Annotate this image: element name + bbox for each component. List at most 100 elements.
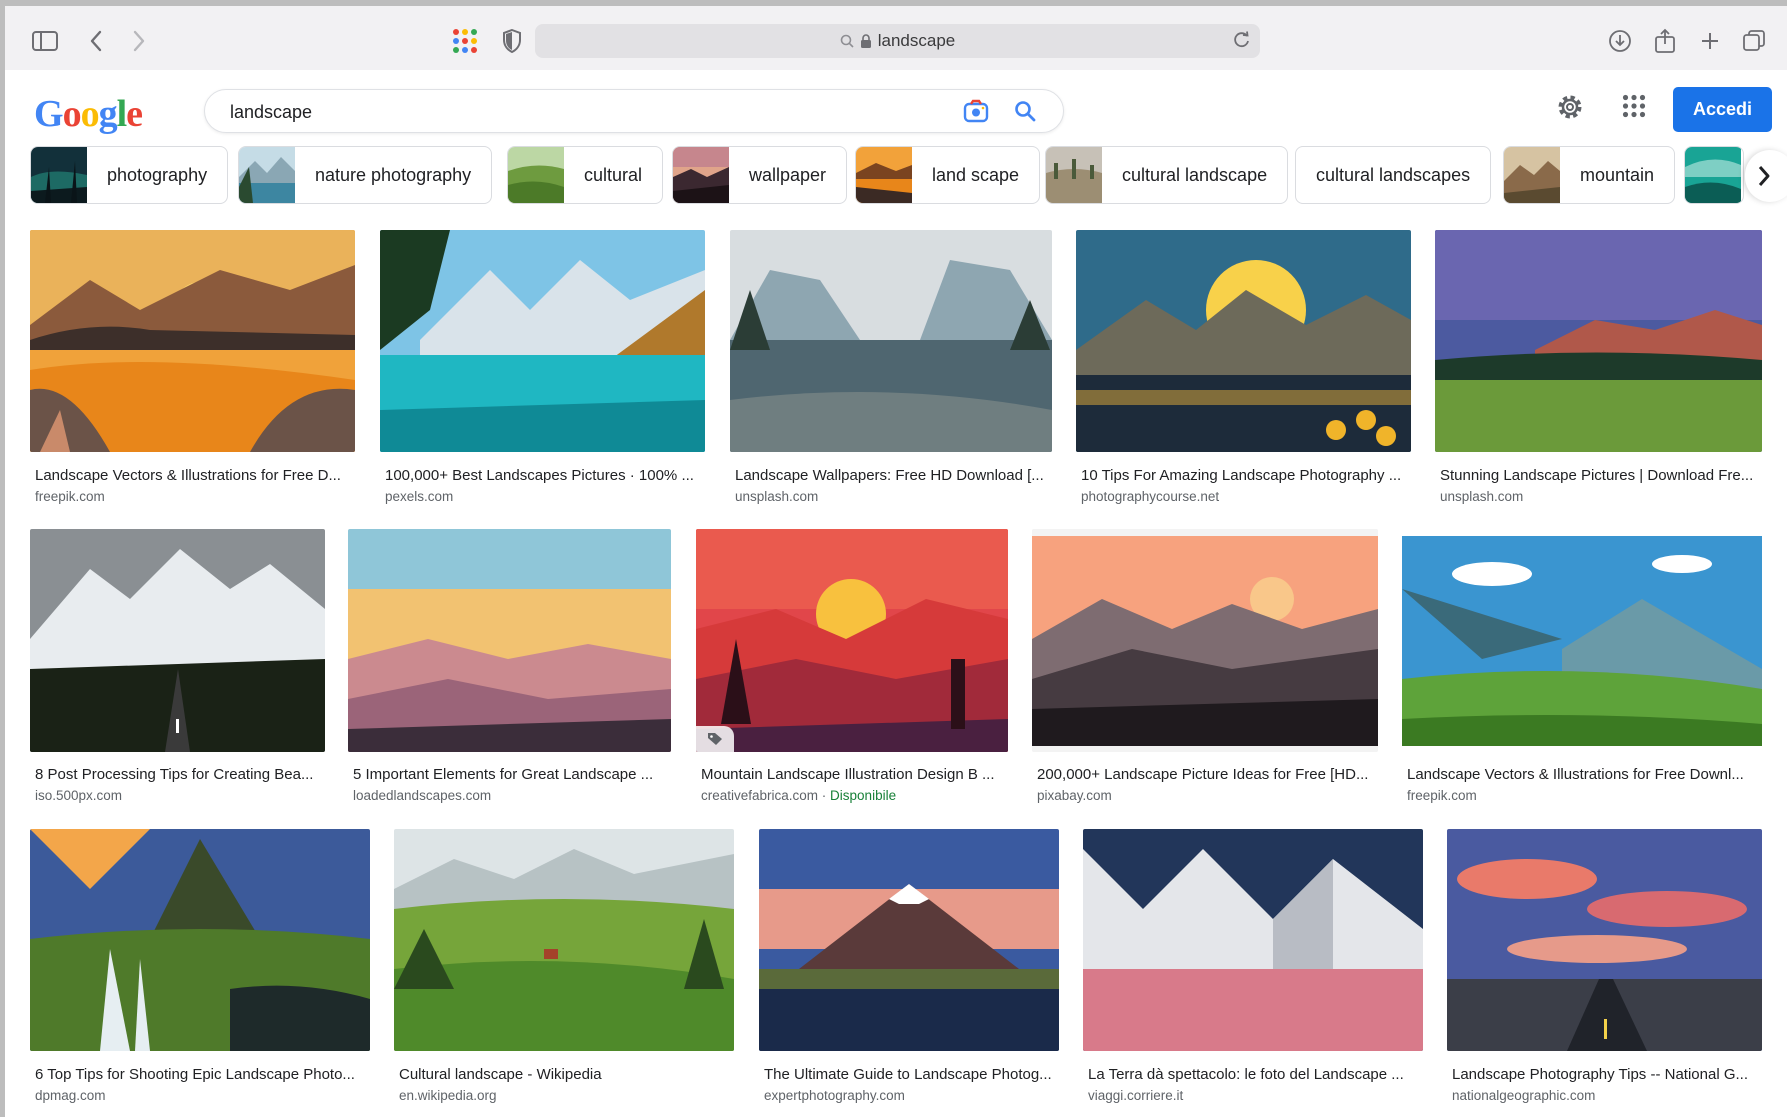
result-source: en.wikipedia.org	[399, 1088, 497, 1103]
result-image[interactable]	[759, 829, 1059, 1051]
sidebar-toggle-icon[interactable]	[30, 26, 60, 56]
result-title[interactable]: Landscape Photography Tips -- National G…	[1452, 1066, 1762, 1083]
chip-thumbnail	[1504, 147, 1560, 203]
chip-thumbnail	[31, 147, 87, 203]
lock-icon	[860, 33, 872, 49]
result-card[interactable]: Landscape Vectors & Illustrations for Fr…	[1402, 529, 1762, 814]
result-card[interactable]: 200,000+ Landscape Picture Ideas for Fre…	[1032, 529, 1378, 814]
result-title[interactable]: Landscape Vectors & Illustrations for Fr…	[1407, 766, 1762, 783]
result-title[interactable]: Mountain Landscape Illustration Design B…	[701, 766, 1009, 783]
result-title[interactable]: Stunning Landscape Pictures | Download F…	[1440, 467, 1762, 484]
result-image[interactable]	[1083, 829, 1423, 1051]
result-image[interactable]	[730, 230, 1052, 452]
result-image[interactable]	[348, 529, 671, 752]
result-source: loadedlandscapes.com	[353, 788, 492, 803]
chip-thumbnail	[508, 147, 564, 203]
google-apps-icon[interactable]	[1622, 94, 1648, 120]
result-card[interactable]: Landscape Photography Tips -- National G…	[1447, 829, 1762, 1114]
result-source: nationalgeographic.com	[1452, 1088, 1596, 1103]
result-title[interactable]: Landscape Wallpapers: Free HD Download […	[735, 467, 1053, 484]
chip-cultural-landscape[interactable]: cultural landscape	[1045, 146, 1289, 204]
result-source: expertphotography.com	[764, 1088, 905, 1103]
tab-overview-icon[interactable]	[1739, 26, 1769, 56]
result-card[interactable]: Mountain Landscape Illustration Design B…	[696, 529, 1008, 814]
price-tag-icon	[696, 726, 734, 752]
result-image[interactable]	[1032, 529, 1378, 752]
chip-photography[interactable]: photography	[30, 146, 229, 204]
related-searches-chips: photography nature photography cultural …	[5, 140, 1787, 210]
result-title[interactable]: 6 Top Tips for Shooting Epic Landscape P…	[35, 1066, 370, 1083]
result-title[interactable]: 8 Post Processing Tips for Creating Bea.…	[35, 766, 325, 783]
chip-label: photography	[107, 164, 208, 185]
result-card[interactable]: La Terra dà spettacolo: le foto del Land…	[1083, 829, 1423, 1114]
address-bar[interactable]: landscape	[535, 24, 1260, 58]
forward-icon[interactable]	[124, 26, 154, 56]
result-image[interactable]	[1076, 230, 1411, 452]
result-card[interactable]: Landscape Wallpapers: Free HD Download […	[730, 230, 1052, 515]
result-title[interactable]: 5 Important Elements for Great Landscape…	[353, 766, 671, 783]
chip-partial[interactable]	[1684, 146, 1744, 204]
chip-thumbnail	[673, 147, 729, 203]
sign-in-button[interactable]: Accedi	[1673, 87, 1772, 132]
result-image[interactable]	[696, 529, 1008, 752]
result-title[interactable]: 100,000+ Best Landscapes Pictures · 100%…	[385, 467, 705, 484]
downloads-icon[interactable]	[1605, 26, 1635, 56]
result-card[interactable]: 8 Post Processing Tips for Creating Bea.…	[30, 529, 325, 814]
chip-label: cultural landscape	[1122, 164, 1268, 185]
result-card[interactable]: 6 Top Tips for Shooting Epic Landscape P…	[30, 829, 370, 1114]
chip-cultural[interactable]: cultural	[507, 146, 664, 204]
result-image[interactable]	[1402, 529, 1762, 752]
result-image[interactable]	[1435, 230, 1762, 452]
chip-cultural-landscapes[interactable]: cultural landscapes	[1295, 146, 1492, 204]
result-title[interactable]: 200,000+ Landscape Picture Ideas for Fre…	[1037, 766, 1377, 783]
chip-wallpaper[interactable]: wallpaper	[672, 146, 848, 204]
result-card[interactable]: The Ultimate Guide to Landscape Photog..…	[759, 829, 1059, 1114]
search-icon[interactable]	[1013, 99, 1039, 125]
search-input[interactable]	[230, 100, 930, 124]
result-image[interactable]	[30, 829, 370, 1051]
new-tab-icon[interactable]	[1695, 26, 1725, 56]
result-card[interactable]: Cultural landscape - Wikipedia en.wikipe…	[394, 829, 734, 1114]
result-source: photographycourse.net	[1081, 489, 1220, 504]
chip-label: land scape	[932, 164, 1020, 185]
share-icon[interactable]	[1650, 26, 1680, 56]
result-image[interactable]	[30, 529, 325, 752]
chip-land-scape[interactable]: land scape	[855, 146, 1041, 204]
result-image[interactable]	[394, 829, 734, 1051]
result-source: iso.500px.com	[35, 788, 123, 803]
result-card[interactable]: Stunning Landscape Pictures | Download F…	[1435, 230, 1762, 515]
chip-label: nature photography	[315, 164, 472, 185]
camera-lens-icon[interactable]	[963, 99, 989, 125]
chevron-right-icon	[1758, 166, 1770, 186]
result-card[interactable]: 5 Important Elements for Great Landscape…	[348, 529, 671, 814]
result-title[interactable]: The Ultimate Guide to Landscape Photog..…	[764, 1066, 1060, 1083]
result-title[interactable]: 10 Tips For Amazing Landscape Photograph…	[1081, 467, 1411, 484]
result-card[interactable]: 100,000+ Best Landscapes Pictures · 100%…	[380, 230, 705, 515]
result-card[interactable]: 10 Tips For Amazing Landscape Photograph…	[1076, 230, 1411, 515]
result-source: freepik.com	[1407, 788, 1477, 803]
result-image[interactable]	[1447, 829, 1762, 1051]
result-source: unsplash.com	[1440, 489, 1524, 504]
chip-nature-photography[interactable]: nature photography	[238, 146, 493, 204]
back-icon[interactable]	[81, 26, 111, 56]
chip-mountain[interactable]: mountain	[1503, 146, 1676, 204]
result-card[interactable]: Landscape Vectors & Illustrations for Fr…	[30, 230, 355, 515]
browser-window: landscape Google landscape Accedi photog…	[5, 6, 1787, 1117]
result-source: freepik.com	[35, 489, 105, 504]
result-image[interactable]	[30, 230, 355, 452]
result-title[interactable]: Landscape Vectors & Illustrations for Fr…	[35, 467, 355, 484]
google-doodle-logo[interactable]: Google	[34, 92, 143, 136]
result-image[interactable]	[380, 230, 705, 452]
privacy-shield-icon[interactable]	[497, 26, 527, 56]
browser-toolbar: landscape	[5, 6, 1787, 70]
settings-gear-icon[interactable]	[1555, 92, 1585, 122]
chip-label: wallpaper	[749, 164, 827, 185]
result-source: creativefabrica.com · Disponibile	[701, 788, 896, 803]
result-title[interactable]: Cultural landscape - Wikipedia	[399, 1066, 734, 1083]
result-title[interactable]: La Terra dà spettacolo: le foto del Land…	[1088, 1066, 1423, 1083]
address-text: landscape	[877, 31, 956, 50]
reload-icon[interactable]	[1232, 30, 1252, 55]
extensions-grid-icon[interactable]	[450, 26, 480, 56]
chips-next-button[interactable]	[1745, 150, 1787, 202]
availability-badge: Disponibile	[830, 788, 897, 803]
